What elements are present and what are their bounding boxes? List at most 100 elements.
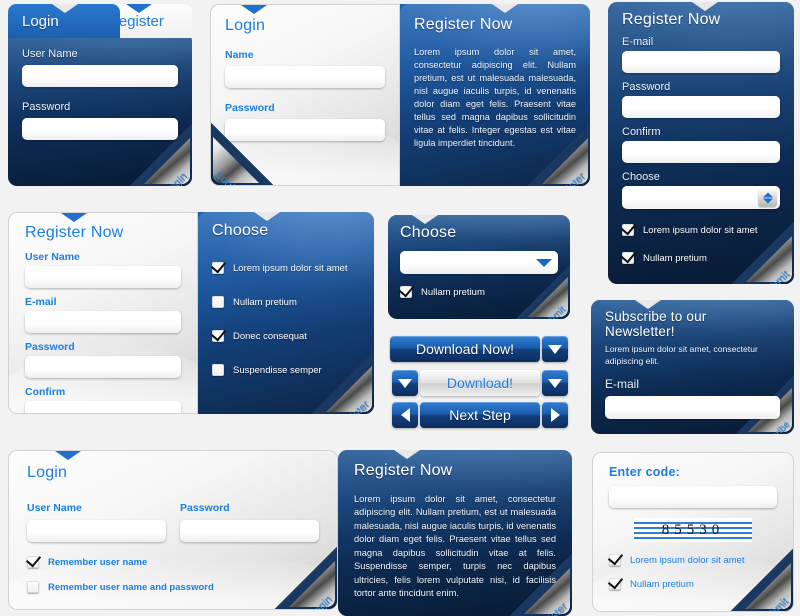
code-input[interactable] — [609, 486, 777, 508]
user-name-input[interactable] — [25, 266, 181, 288]
panel-body-text: Lorem ipsum dolor sit amet, consectetur … — [414, 47, 576, 149]
panel-title: Register Now — [414, 16, 513, 33]
choose-select[interactable] — [622, 186, 780, 209]
checkbox-icon[interactable] — [212, 364, 224, 376]
checkbox-row[interactable]: Suspendisse semper — [212, 364, 360, 376]
choose-select[interactable] — [400, 251, 558, 274]
ui-kit-canvas: Register Login User Name Password Login — [0, 0, 800, 616]
checkbox-row[interactable]: Nullam pretium — [400, 286, 558, 298]
checkbox-icon[interactable] — [609, 578, 621, 590]
panel-title: Subscribe to our Newsletter! — [605, 309, 707, 339]
confirm-label: Confirm — [25, 386, 66, 398]
chevron-up-icon — [762, 192, 773, 197]
user-name-label: User Name — [27, 502, 82, 514]
chevron-down-icon — [762, 198, 773, 203]
corner-curl-login[interactable]: Login — [211, 123, 273, 185]
panel-title: Login — [225, 17, 266, 34]
confirm-input[interactable] — [622, 141, 780, 163]
password-label: Password — [180, 502, 230, 514]
email-label: E-mail — [25, 296, 57, 308]
panel-login-wide: Login User Name Password Remember user n… — [8, 450, 338, 610]
dropdown-arrow-icon[interactable] — [533, 255, 555, 271]
corner-curl-submit[interactable]: Submit — [731, 549, 793, 611]
checkbox-label: Remember user name and password — [48, 581, 214, 593]
download-button[interactable]: Download! — [390, 370, 570, 396]
panel-login-light: Login Name Password Login — [210, 4, 400, 186]
panel-login-tabbed: Register Login User Name Password Login — [8, 4, 192, 186]
arrow-left-icon[interactable] — [392, 402, 418, 428]
stepper-icon[interactable] — [758, 189, 777, 206]
panel-choose-list: Choose Lorem ipsum dolor sit amet Nullam… — [198, 212, 374, 414]
email-label: E-mail — [622, 36, 654, 48]
checkbox-row[interactable]: Nullam pretium — [622, 252, 780, 264]
arrow-right-icon[interactable] — [542, 402, 568, 428]
checkbox-row[interactable]: Nullam pretium — [212, 296, 360, 308]
checkbox-icon[interactable] — [609, 554, 621, 566]
checkbox-icon[interactable] — [622, 224, 634, 236]
chevron-down-icon — [536, 258, 552, 267]
email-input[interactable] — [605, 396, 780, 420]
checkbox-label: Nullam pretium — [643, 252, 707, 264]
password-input[interactable] — [22, 118, 178, 140]
panel-captcha: Enter code: 85530 Lorem ipsum dolor sit … — [592, 452, 794, 612]
panel-register-text: Register Now Lorem ipsum dolor sit amet,… — [400, 4, 590, 186]
password-input[interactable] — [180, 520, 319, 542]
choose-select-input[interactable] — [622, 186, 780, 209]
choose-label: Choose — [622, 171, 660, 183]
user-name-input[interactable] — [22, 65, 178, 87]
download-label: Download! — [420, 370, 540, 396]
checkbox-row[interactable]: Lorem ipsum dolor sit amet — [212, 262, 360, 274]
checkbox-label: Lorem ipsum dolor sit amet — [643, 224, 758, 236]
panel-register-form: Register Now User Name E-mail Password C… — [8, 212, 198, 414]
confirm-input[interactable] — [25, 401, 181, 413]
user-name-input[interactable] — [27, 520, 166, 542]
checkbox-row[interactable]: Donec consequat — [212, 330, 360, 342]
captcha-code: 85530 — [661, 521, 725, 538]
checkbox-icon[interactable] — [400, 286, 412, 298]
corner-curl-login[interactable]: Login — [275, 547, 337, 609]
checkbox-icon[interactable] — [622, 252, 634, 264]
checkbox-row[interactable]: Lorem ipsum dolor sit amet — [622, 224, 780, 236]
email-input[interactable] — [25, 311, 181, 333]
password-label: Password — [225, 102, 275, 114]
download-now-button[interactable]: Download Now! — [390, 336, 570, 362]
download-now-label: Download Now! — [390, 336, 540, 362]
arrow-down-icon-left[interactable] — [392, 370, 418, 396]
checkbox-icon[interactable] — [27, 556, 39, 568]
panel-newsletter: Subscribe to our Newsletter! Lorem ipsum… — [591, 300, 794, 434]
panel-title: Choose — [212, 222, 269, 239]
tab-login[interactable]: Login — [8, 4, 120, 38]
password-label: Password — [22, 101, 71, 113]
checkbox-label: Donec consequat — [233, 330, 307, 342]
panel-body-text: Lorem ipsum dolor sit amet, consectetur … — [605, 344, 758, 366]
checkbox-label: Lorem ipsum dolor sit amet — [630, 554, 745, 566]
next-step-button[interactable]: Next Step — [390, 402, 570, 428]
password-input[interactable] — [25, 356, 181, 378]
panel-title: Choose — [400, 224, 457, 241]
name-input[interactable] — [225, 66, 385, 88]
panel-register-tall: Register Now E-mail Password Confirm Cho… — [608, 2, 794, 284]
captcha-image: 85530 — [634, 518, 752, 542]
password-label: Password — [622, 81, 671, 93]
checkbox-label: Lorem ipsum dolor sit amet — [233, 262, 348, 274]
checkbox-label: Nullam pretium — [421, 286, 485, 298]
checkbox-icon[interactable] — [27, 581, 39, 593]
user-name-label: User Name — [25, 251, 80, 263]
password-input[interactable] — [622, 96, 780, 118]
confirm-label: Confirm — [622, 126, 661, 138]
email-label: E-mail — [605, 377, 640, 392]
arrow-down-icon-right[interactable] — [542, 370, 568, 396]
checkbox-icon[interactable] — [212, 330, 224, 342]
panel-title: Enter code: — [609, 465, 680, 479]
name-label: Name — [225, 49, 254, 61]
checkbox-label: Suspendisse semper — [233, 364, 322, 376]
checkbox-icon[interactable] — [212, 262, 224, 274]
panel-title: Register Now — [622, 11, 721, 28]
checkbox-label: Nullam pretium — [233, 296, 297, 308]
next-step-label: Next Step — [420, 402, 540, 428]
panel-title: Register Now — [25, 224, 124, 241]
email-input[interactable] — [622, 51, 780, 73]
panel-choose-select: Choose Nullam pretium Submit — [388, 215, 570, 319]
arrow-down-icon[interactable] — [542, 336, 568, 362]
checkbox-icon[interactable] — [212, 296, 224, 308]
